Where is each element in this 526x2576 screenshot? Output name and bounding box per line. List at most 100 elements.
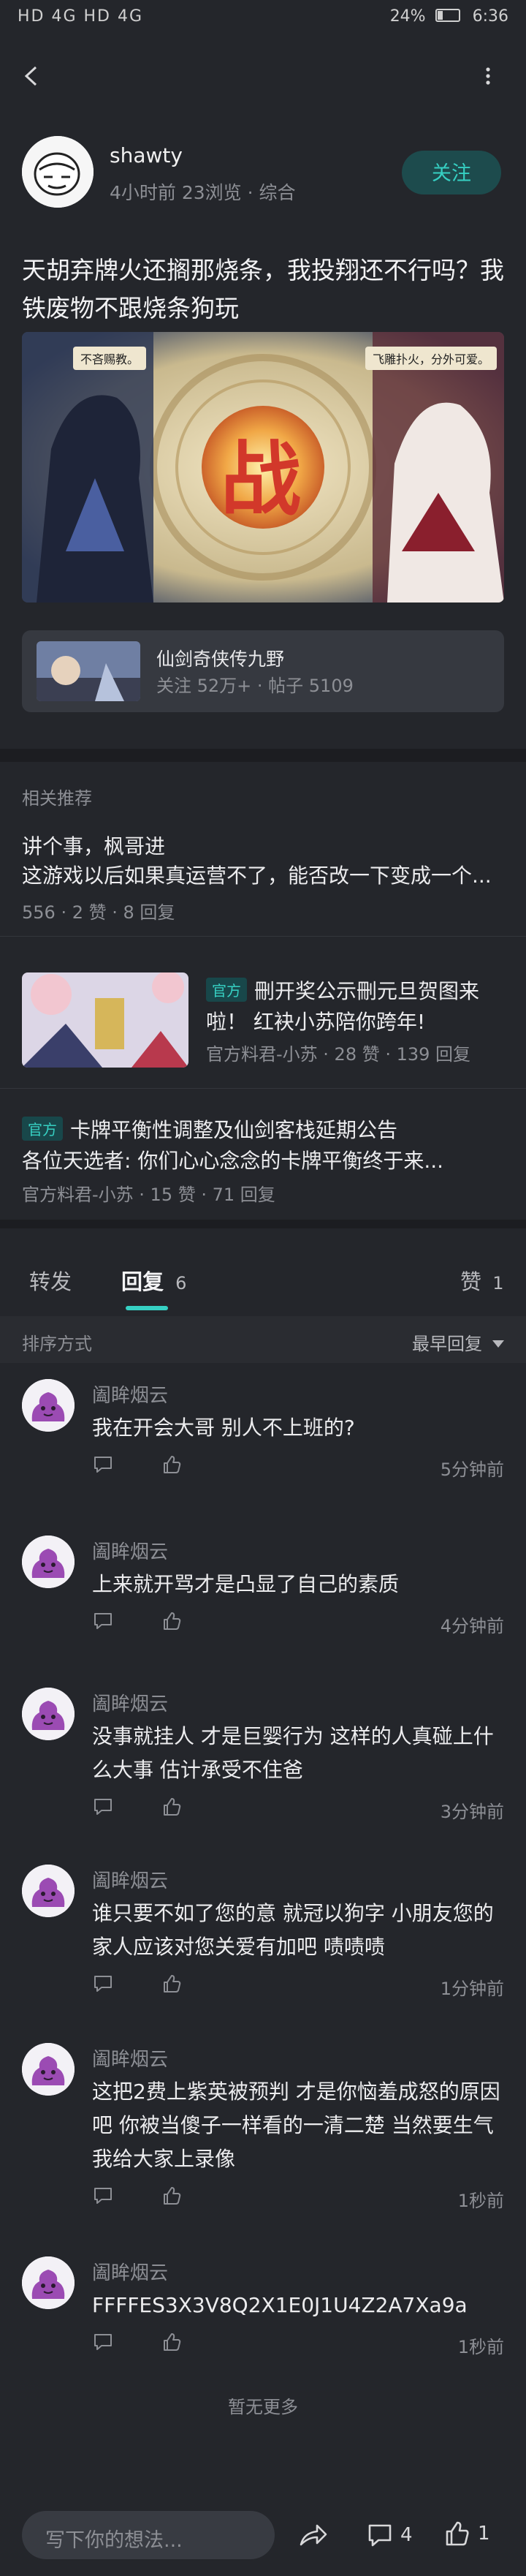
comment-count: 4 (400, 2524, 413, 2546)
tab-reply-label: 回复 (121, 1269, 164, 1294)
related-item-title: 啦！ 红袂小苏陪你跨年! (206, 1010, 426, 1034)
commenter-avatar[interactable] (22, 1379, 75, 1432)
tab-like-label: 赞 (460, 1269, 482, 1294)
comment-text: 我给大家上录像 (92, 2147, 236, 2171)
comment-text: 这把2费上紫英被预判 才是你恼羞成怒的原因 (92, 2080, 500, 2104)
related-item[interactable]: 官方 卡牌平衡性调整及仙剑客栈延期公告 各位天选者: 你们心心念念的卡牌平衡终于来… (0, 1104, 526, 1214)
related-item[interactable]: 讲个事，枫哥进 这游戏以后如果真运营不了，能否改一下变成一个... 556 · … (0, 819, 526, 936)
comment-text: 没事就挂人 才是巨婴行为 这样的人真碰上什 (92, 1724, 494, 1748)
reply-icon[interactable] (92, 1796, 114, 1818)
follow-button[interactable]: 关注 (402, 151, 501, 194)
clock: 6:36 (472, 7, 508, 26)
commenter-name[interactable]: 阖眸烟云 (92, 1866, 168, 1893)
battery-icon (435, 9, 460, 22)
post-meta: 4小时前 23浏览 · 综合 (110, 182, 296, 203)
reply-icon[interactable] (92, 1610, 114, 1632)
reply-icon[interactable] (92, 1454, 114, 1476)
active-tab-indicator (126, 1306, 168, 1310)
author-name[interactable]: shawty (110, 143, 183, 167)
comment-time: 1秒前 (457, 2191, 504, 2211)
comment-text: FFFFES3X3V8Q2X1E0J1U4Z2A7Xa9a (92, 2293, 468, 2317)
related-item-title: 卡牌平衡性调整及仙剑客栈延期公告 (70, 1118, 398, 1142)
tab-forward[interactable]: 转发 (29, 1265, 72, 1296)
game-thumbnail (37, 641, 140, 701)
section-divider (0, 1220, 526, 1228)
related-item-title: 刪开奖公示刪元旦贺图来 (254, 979, 480, 1003)
game-name: 仙剑奇侠传九野 (156, 649, 285, 670)
related-item-thumbnail (22, 972, 188, 1068)
related-item-title: 讲个事，枫哥进 (22, 834, 166, 858)
commenter-name[interactable]: 阖眸烟云 (92, 1537, 168, 1564)
related-item-meta: 556 · 2 赞 · 8 回复 (22, 902, 175, 923)
comment-button[interactable]: 4 (365, 2520, 431, 2552)
back-icon[interactable] (18, 61, 47, 91)
tab-reply[interactable]: 回复 6 (121, 1265, 186, 1296)
signal-indicators: HD 4G HD 4G (18, 7, 144, 26)
dropdown-arrow-icon (492, 1340, 504, 1348)
like-icon[interactable] (161, 2185, 183, 2207)
comment-icon (368, 2524, 392, 2547)
comment-text: 吧 你被当傻子一样看的一清二楚 当然要生气 (92, 2113, 494, 2137)
reply-icon[interactable] (92, 2185, 114, 2207)
like-icon[interactable] (161, 1454, 183, 1476)
section-divider (0, 749, 526, 762)
like-icon[interactable] (161, 1610, 183, 1632)
comment-text: 上来就开骂才是凸显了自己的素质 (92, 1572, 400, 1596)
commenter-avatar[interactable] (22, 1865, 75, 1917)
official-badge: 官方 (206, 978, 247, 1002)
tab-like[interactable]: 赞 1 (460, 1265, 504, 1296)
sort-value: 最早回复 (412, 1334, 482, 1354)
related-item[interactable]: 官方 刪开奖公示刪元旦贺图来 啦！ 红袂小苏陪你跨年! 官方料君-小苏 · 28 … (0, 958, 526, 1075)
related-item-title: 这游戏以后如果真运营不了，能否改一下变成一个... (22, 864, 492, 888)
commenter-avatar[interactable] (22, 1536, 75, 1588)
reply-input-placeholder: 写下你的想法... (45, 2529, 183, 2552)
like-count: 1 (478, 2523, 490, 2545)
reply-icon[interactable] (92, 2331, 114, 2353)
banner-speech-right: 飞雕扑火，分外可爱。 (365, 347, 498, 370)
banner-center-character: 战 (221, 433, 301, 526)
post-title: 天胡弃牌火还搁那烧条，我投翔还不行吗？我铁废物不跟烧条狗玩 (22, 256, 504, 322)
commenter-avatar[interactable] (22, 2043, 75, 2096)
tab-like-count: 1 (492, 1273, 504, 1293)
divider (0, 936, 526, 937)
status-right: 24% 6:36 (390, 7, 508, 26)
banner-speech-left: 不吝赐教。 (73, 347, 147, 370)
post-image[interactable]: 战 不吝赐教。 飞雕扑火，分外可爱。 (22, 332, 504, 603)
author-avatar[interactable] (22, 136, 94, 208)
official-badge: 官方 (22, 1117, 63, 1141)
comment-time: 5分钟前 (440, 1459, 504, 1480)
tab-reply-count: 6 (175, 1273, 187, 1293)
comment-text: 谁只要不如了您的意 就冠以狗字 小朋友您的 (92, 1901, 494, 1925)
commenter-name[interactable]: 阖眸烟云 (92, 1689, 168, 1716)
status-bar: HD 4G HD 4G 24% 6:36 (0, 0, 526, 41)
commenter-name[interactable]: 阖眸烟云 (92, 2258, 168, 2285)
commenter-avatar[interactable] (22, 1688, 75, 1740)
comment-time: 3分钟前 (440, 1802, 504, 1822)
no-more-text: 暂无更多 (228, 2397, 298, 2417)
related-section-title: 相关推荐 (22, 788, 92, 809)
divider (0, 1088, 526, 1089)
thumbs-up-icon (446, 2521, 469, 2546)
commenter-name[interactable]: 阖眸烟云 (92, 1380, 168, 1408)
comment-time: 4分钟前 (440, 1616, 504, 1636)
battery-level: 24% (389, 7, 426, 26)
sort-dropdown[interactable]: 最早回复 (412, 1329, 504, 1355)
reply-icon[interactable] (92, 1973, 114, 1995)
related-item-meta: 官方料君-小苏 · 15 赞 · 71 回复 (22, 1185, 275, 1205)
like-icon[interactable] (161, 2331, 183, 2353)
more-options-icon[interactable] (473, 61, 503, 91)
game-stats: 关注 52万+ · 帖子 5109 (156, 676, 354, 696)
sort-label: 排序方式 (22, 1334, 92, 1354)
comment-text: 么大事 估计承受不住爸 (92, 1758, 303, 1782)
like-button[interactable]: 1 (441, 2518, 507, 2550)
like-icon[interactable] (161, 1796, 183, 1818)
commenter-avatar[interactable] (22, 2256, 75, 2309)
comment-time: 1秒前 (457, 2337, 504, 2357)
comment-time: 1分钟前 (440, 1979, 504, 1999)
comment-text: 我在开会大哥 别人不上班的? (92, 1416, 355, 1440)
comment-text: 家人应该对您关爱有加吧 啧啧啧 (92, 1935, 385, 1959)
commenter-name[interactable]: 阖眸烟云 (92, 2044, 168, 2071)
share-icon[interactable] (297, 2520, 329, 2552)
like-icon[interactable] (161, 1973, 183, 1995)
related-item-title: 各位天选者: 你们心心念念的卡牌平衡终于来... (22, 1149, 444, 1173)
